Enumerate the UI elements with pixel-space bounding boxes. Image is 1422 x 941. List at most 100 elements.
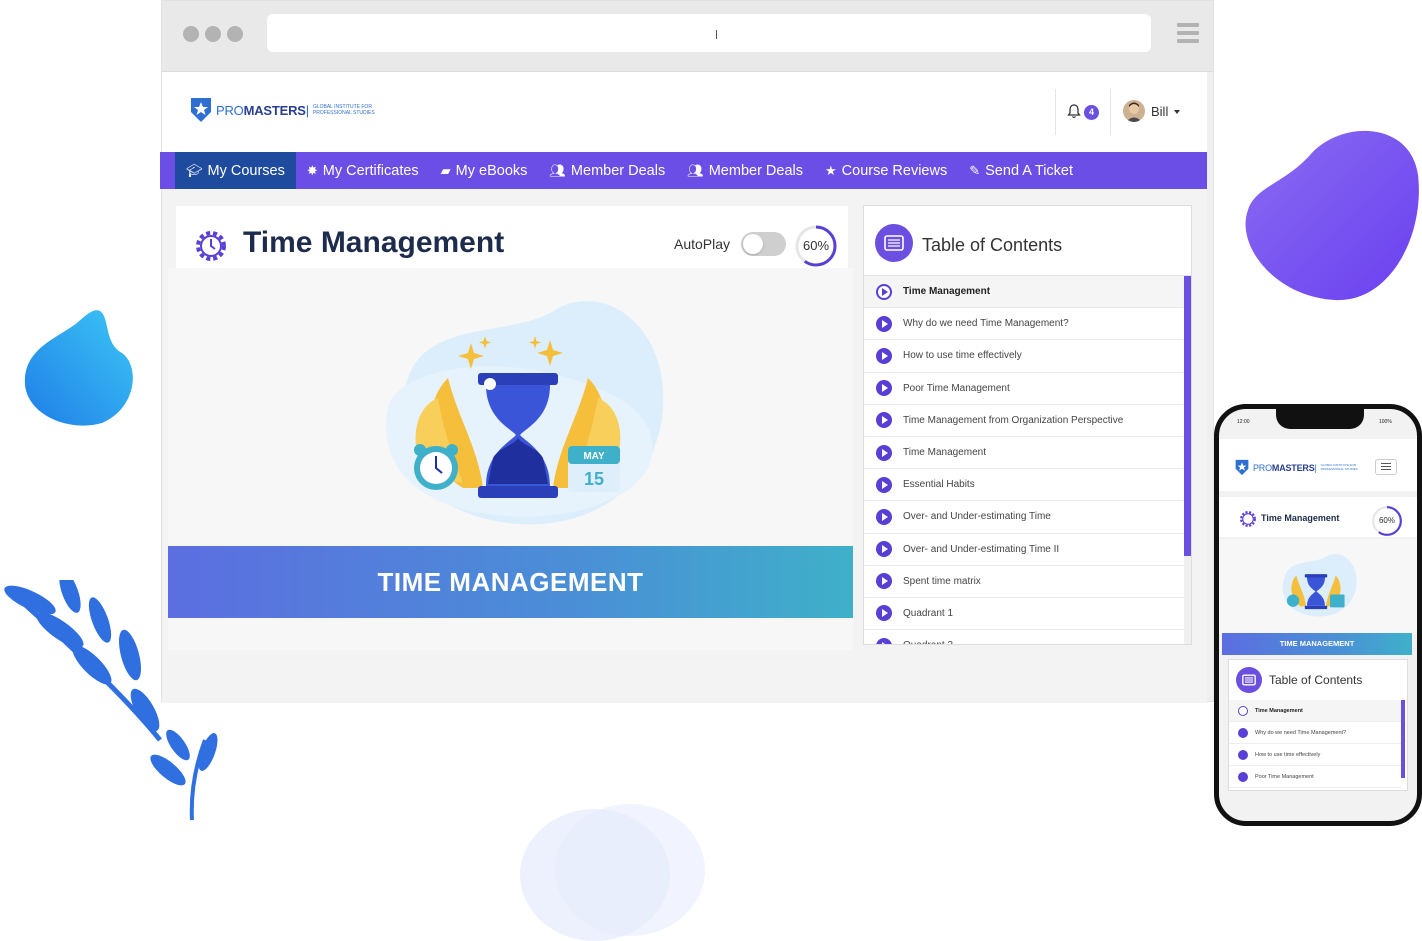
calendar-month: MAY bbox=[583, 451, 605, 462]
list-icon bbox=[875, 224, 913, 262]
clock-gear-icon bbox=[196, 231, 226, 261]
phone-toc-item[interactable]: Time Management bbox=[1229, 700, 1401, 722]
play-circle-icon bbox=[876, 508, 892, 525]
toc-item[interactable]: Time Management bbox=[864, 437, 1184, 470]
faint-circle-decoration bbox=[520, 804, 705, 941]
toc-item-label: Time Management bbox=[903, 286, 991, 298]
nav-item-member-deals[interactable]: 👥︎ Member Deals bbox=[538, 152, 676, 189]
phone-toc-item-label: Why do we need Time Management? bbox=[1255, 729, 1347, 736]
logo-tagline: GLOBAL INSTITUTE FOR PROFESSIONAL STUDIE… bbox=[312, 104, 375, 116]
toc-item[interactable]: Quadrant 3 bbox=[864, 630, 1184, 644]
toc-item-label: Quadrant 3 bbox=[903, 640, 953, 644]
notification-badge: 4 bbox=[1084, 105, 1099, 120]
phone-toc-title: Table of Contents bbox=[1269, 673, 1363, 687]
nav-item-my-courses[interactable]: 🎓︎ My Courses bbox=[175, 152, 296, 189]
play-circle-icon bbox=[876, 605, 892, 622]
list-icon bbox=[1236, 667, 1262, 693]
phone-lesson-title: Time Management bbox=[1261, 513, 1340, 523]
progress-percent: 60% bbox=[802, 238, 830, 253]
autoplay-label: AutoPlay bbox=[674, 236, 731, 252]
avatar[interactable] bbox=[1123, 100, 1145, 122]
phone-lesson-media[interactable] bbox=[1219, 539, 1417, 634]
toc-item[interactable]: Essential Habits bbox=[864, 469, 1184, 502]
phone-toc-item-label: Poor Time Management bbox=[1255, 773, 1314, 780]
user-name[interactable]: Bill bbox=[1151, 104, 1168, 119]
toc-item[interactable]: Spent time matrix bbox=[864, 566, 1184, 598]
window-dot-maximize[interactable] bbox=[227, 26, 243, 42]
toc-item[interactable]: Time Management from Organization Perspe… bbox=[864, 405, 1184, 437]
window-dot-minimize[interactable] bbox=[205, 26, 221, 42]
play-circle-icon bbox=[876, 444, 892, 461]
bell-icon[interactable] bbox=[1067, 104, 1081, 119]
phone-notch bbox=[1276, 409, 1364, 429]
promasters-logo[interactable]: PROMASTERS| GLOBAL INSTITUTE FOR PROFESS… bbox=[190, 97, 385, 123]
toc-item-label: Time Management from Organization Perspe… bbox=[903, 414, 1124, 426]
certificate-icon: ✸ bbox=[306, 162, 318, 178]
star-icon: ★ bbox=[825, 162, 837, 178]
phone-toc-item-label: Time Management bbox=[1255, 707, 1303, 714]
toc-item-label: Spent time matrix bbox=[903, 575, 981, 587]
clock-gear-icon bbox=[1240, 511, 1256, 527]
text-cursor bbox=[716, 30, 717, 39]
phone-toc-scrollbar[interactable] bbox=[1401, 700, 1405, 778]
toc-item-label: Over- and Under-estimating Time bbox=[903, 511, 1051, 523]
play-circle-icon bbox=[876, 637, 892, 644]
users-icon: 👥︎ bbox=[549, 162, 566, 178]
phone-toc-item[interactable]: Why do we need Time Management? bbox=[1229, 722, 1401, 744]
main-nav: 🎓︎ My Courses ✸ My Certificates ▰ My eBooks… bbox=[160, 152, 1207, 189]
lesson-panel: Time Management AutoPlay 60% MAY 15 TIME… bbox=[168, 206, 853, 650]
phone-lesson-banner: TIME MANAGEMENT bbox=[1222, 633, 1412, 655]
edit-icon: ✎ bbox=[969, 162, 981, 178]
lesson-media[interactable]: MAY 15 TIME MANAGEMENT bbox=[168, 268, 853, 650]
header-divider bbox=[1055, 89, 1056, 135]
phone-toc-item-label: How to use time effectively bbox=[1255, 751, 1321, 758]
play-circle-icon bbox=[876, 283, 892, 300]
phone-menu-icon[interactable] bbox=[1375, 459, 1397, 475]
banner-title: TIME MANAGEMENT bbox=[377, 566, 644, 597]
blue-blob-decoration bbox=[24, 310, 133, 426]
play-circle-icon bbox=[1238, 749, 1248, 760]
toc-list: Time Management Why do we need Time Manag… bbox=[864, 276, 1184, 644]
toc-item[interactable]: Over- and Under-estimating Time II bbox=[864, 534, 1184, 566]
browser-window: PROMASTERS| GLOBAL INSTITUTE FOR PROFESS… bbox=[160, 0, 1214, 703]
phone-toc-item[interactable]: How to use time effectively bbox=[1229, 744, 1401, 766]
toc-scrollbar[interactable] bbox=[1184, 276, 1191, 556]
phone-header: PROMASTERS| GLOBAL INSTITUTE FOR PROFESS… bbox=[1219, 439, 1417, 491]
toc-item[interactable]: Time Management bbox=[864, 276, 1184, 309]
lesson-banner: TIME MANAGEMENT bbox=[168, 546, 853, 618]
nav-item-member-deals-2[interactable]: 👥︎ Member Deals bbox=[676, 152, 814, 189]
window-dot-close[interactable] bbox=[183, 26, 199, 42]
play-circle-icon bbox=[876, 573, 892, 590]
nav-item-my-certificates[interactable]: ✸ My Certificates bbox=[296, 152, 430, 189]
nav-item-course-reviews[interactable]: ★ Course Reviews bbox=[814, 152, 958, 189]
phone-logo[interactable]: PROMASTERS| GLOBAL INSTITUTE FOR PROFESS… bbox=[1235, 459, 1367, 476]
toc-item[interactable]: Poor Time Management bbox=[864, 373, 1184, 405]
nav-item-my-ebooks[interactable]: ▰ My eBooks bbox=[430, 152, 539, 189]
logo-wordmark: PROMASTERS| bbox=[216, 102, 309, 118]
play-circle-icon bbox=[876, 347, 892, 364]
lesson-header: Time Management AutoPlay 60% bbox=[176, 206, 848, 268]
toc-item[interactable]: How to use time effectively bbox=[864, 340, 1184, 373]
book-icon: ▰ bbox=[440, 162, 451, 178]
users-icon: 👥︎ bbox=[687, 162, 704, 178]
header-divider bbox=[1110, 89, 1111, 135]
graduation-cap-icon: 🎓︎ bbox=[186, 162, 203, 178]
nav-item-send-a-ticket[interactable]: ✎ Send A Ticket bbox=[958, 152, 1084, 189]
toc-item[interactable]: Quadrant 1 bbox=[864, 598, 1184, 631]
autoplay-toggle[interactable] bbox=[741, 232, 786, 256]
play-circle-icon bbox=[1238, 705, 1248, 716]
toc-item[interactable]: Over- and Under-estimating Time bbox=[864, 501, 1184, 534]
calendar-day: 15 bbox=[584, 469, 604, 489]
logo-wordmark: PROMASTERS| bbox=[1253, 462, 1317, 473]
app-header: PROMASTERS| GLOBAL INSTITUTE FOR PROFESS… bbox=[162, 72, 1207, 152]
play-circle-icon bbox=[876, 380, 892, 397]
address-bar[interactable] bbox=[267, 14, 1151, 52]
phone-table-of-contents: Table of Contents Time Management Why do … bbox=[1228, 659, 1408, 791]
toc-item[interactable]: Why do we need Time Management? bbox=[864, 308, 1184, 341]
play-circle-icon bbox=[876, 315, 892, 332]
browser-menu-icon[interactable] bbox=[1177, 23, 1199, 45]
purple-blob-decoration bbox=[1245, 130, 1419, 301]
phone-toc-item[interactable]: Poor Time Management bbox=[1229, 766, 1401, 788]
play-circle-icon bbox=[876, 412, 892, 429]
chevron-down-icon[interactable] bbox=[1174, 110, 1180, 114]
